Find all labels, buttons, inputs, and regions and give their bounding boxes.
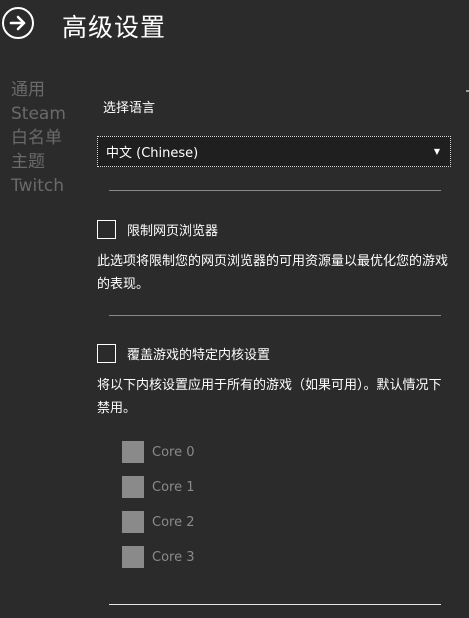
core-1-option[interactable]: Core 1 — [122, 476, 195, 498]
nav-item-steam[interactable]: Steam — [11, 102, 66, 126]
divider — [109, 190, 441, 191]
divider — [109, 604, 441, 605]
core-1-label: Core 1 — [152, 479, 195, 495]
settings-nav: 通用 Steam 白名单 主题 Twitch — [11, 78, 66, 198]
language-section-label: 选择语言 — [103, 101, 156, 116]
core-override-option[interactable]: 覆盖游戏的特定内核设置 — [97, 344, 270, 363]
core-override-checkbox[interactable] — [97, 344, 116, 363]
core-3-option[interactable]: Core 3 — [122, 546, 195, 568]
nav-item-general[interactable]: 通用 — [11, 78, 66, 102]
core-2-label: Core 2 — [152, 514, 195, 530]
core-override-description: 将以下内核设置应用于所有的游戏（如果可用）。默认情况下禁用。 — [97, 378, 442, 416]
core-0-option[interactable]: Core 0 — [122, 441, 195, 463]
language-select-value: 中文 (Chinese) — [106, 146, 199, 161]
core-3-label: Core 3 — [152, 549, 195, 565]
browser-limit-label: 限制网页浏览器 — [127, 224, 219, 239]
core-3-checkbox[interactable] — [122, 546, 144, 568]
browser-limit-checkbox[interactable] — [97, 220, 116, 239]
core-2-option[interactable]: Core 2 — [122, 511, 195, 533]
core-2-checkbox[interactable] — [122, 511, 144, 533]
core-1-checkbox[interactable] — [122, 476, 144, 498]
nav-item-theme[interactable]: 主题 — [11, 150, 66, 174]
chevron-down-icon: ▼ — [433, 147, 440, 156]
core-override-label: 覆盖游戏的特定内核设置 — [127, 348, 271, 363]
page-title: 高级设置 — [62, 13, 167, 42]
nav-item-twitch[interactable]: Twitch — [11, 174, 66, 198]
divider — [109, 315, 441, 316]
nav-item-whitelist[interactable]: 白名单 — [11, 126, 66, 150]
core-0-label: Core 0 — [152, 444, 195, 460]
advanced-settings-page: 高级设置 通用 Steam 白名单 主题 Twitch 选择语言 中文 (Chi… — [0, 0, 469, 618]
arrow-right-icon — [9, 15, 26, 31]
back-button[interactable] — [2, 7, 34, 39]
core-0-checkbox[interactable] — [122, 441, 144, 463]
browser-limit-option[interactable]: 限制网页浏览器 — [97, 220, 218, 239]
browser-limit-description: 此选项将限制您的网页浏览器的可用资源量以最优化您的游戏的表现。 — [97, 254, 449, 292]
language-select[interactable]: 中文 (Chinese) ▼ — [97, 136, 451, 167]
